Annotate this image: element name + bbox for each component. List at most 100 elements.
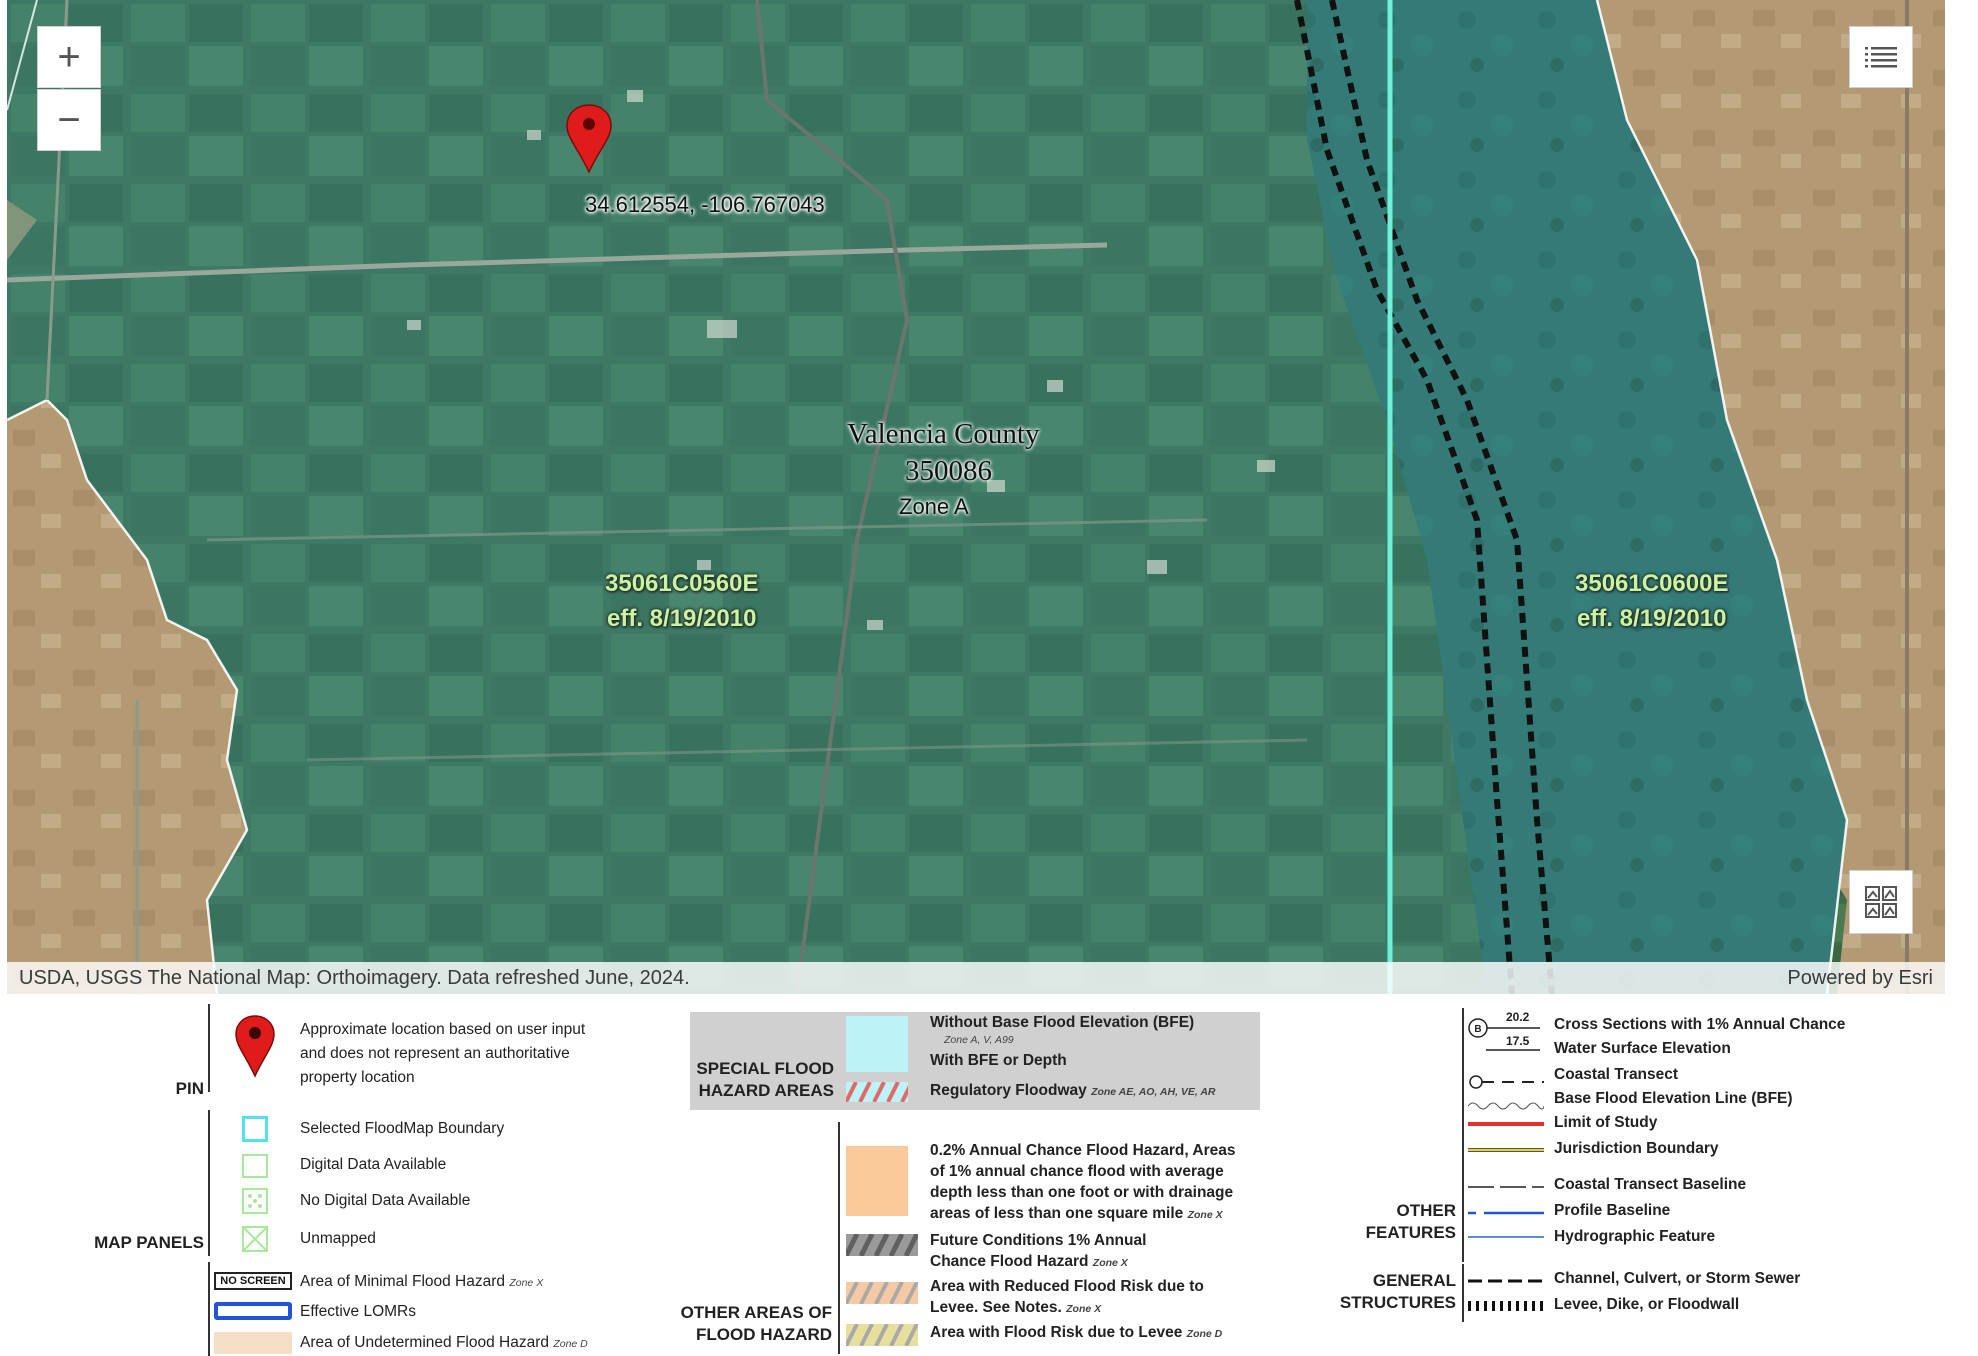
legend-item-label: Coastal Transect Baseline [1554, 1176, 1747, 1193]
community-id-label: 350086 [905, 455, 992, 487]
firm-panel-label: 35061C0560E eff. 8/19/2010 [605, 566, 758, 636]
legend-map-panels-heading: MAP PANELS [94, 1233, 204, 1252]
legend-item-label: Selected FloodMap Boundary [300, 1120, 505, 1137]
heading-line: HAZARD AREAS [698, 1081, 834, 1100]
unmapped-swatch [242, 1226, 268, 1252]
bfe-line-symbol [1468, 1102, 1544, 1110]
transect-baseline-line [1468, 1186, 1544, 1188]
legend-item-label: Effective LOMRs [300, 1303, 417, 1320]
label-line: Area with Reduced Flood Risk due to [930, 1278, 1204, 1295]
list-icon [1865, 47, 1897, 68]
label-line: Chance Flood Hazard [930, 1253, 1089, 1270]
zoom-out-button[interactable]: − [37, 89, 101, 151]
zone-tag: Zone D [553, 1338, 588, 1350]
floodway-swatch [846, 1082, 908, 1102]
zone-tag: Zone X [1092, 1257, 1128, 1269]
limit-of-study-line [1468, 1122, 1544, 1126]
flood-map-viewer: 34.612554, -106.767043 Valencia County 3… [0, 0, 1978, 1356]
legend-item-label: Base Flood Elevation Line (BFE) [1554, 1090, 1793, 1107]
pin-description-line: property location [300, 1069, 415, 1086]
no-digital-data-swatch [242, 1188, 268, 1214]
legend-item-label: With BFE or Depth [930, 1052, 1067, 1069]
undetermined-hazard-swatch [214, 1332, 292, 1354]
pin-coordinates-label: 34.612554, -106.767043 [585, 192, 825, 217]
legend-divider [208, 1004, 210, 1092]
zone-tag: Zone AE, AO, AH, VE, AR [1091, 1086, 1216, 1098]
digital-data-swatch [242, 1154, 268, 1178]
sfha-without-bfe-swatch [846, 1016, 908, 1072]
heading-line: SPECIAL FLOOD [696, 1059, 834, 1078]
legend-item-label: Unmapped [300, 1230, 376, 1247]
legend-divider [208, 1110, 210, 1256]
cross-section-value: 20.2 [1506, 1010, 1530, 1024]
label-line: Levee. See Notes. [930, 1299, 1062, 1316]
heading-line: FEATURES [1365, 1223, 1456, 1242]
zone-tag: Zone X [509, 1277, 544, 1289]
firm-panel-label: 35061C0600E eff. 8/19/2010 [1575, 566, 1728, 636]
annual-02-label: 0.2% Annual Chance Flood Hazard, Areas o… [930, 1140, 1235, 1226]
heading-line: GENERAL [1372, 1271, 1456, 1290]
zone-tag: Zone X [1187, 1209, 1223, 1221]
hydrographic-feature-line [1468, 1236, 1544, 1238]
levee-risk-swatch [846, 1324, 918, 1346]
flood-map-legend: PIN Approximate location based on user i… [0, 998, 1978, 1356]
firm-panel-id: 35061C0560E [605, 570, 759, 597]
powered-by-esri-link[interactable]: Powered by Esri [1787, 967, 1933, 990]
profile-baseline-line [1468, 1211, 1544, 1215]
levee-risk-label: Area with Flood Risk due to Levee Zone D [930, 1324, 1222, 1342]
pin-description-line: Approximate location based on user input [300, 1021, 586, 1038]
label-line: 0.2% Annual Chance Flood Hazard, Areas [930, 1142, 1236, 1159]
zoom-in-button[interactable]: + [37, 26, 101, 88]
legend-other-features-heading: OTHER FEATURES [1340, 1200, 1456, 1244]
label-line: areas of less than one square mile [930, 1205, 1184, 1222]
pin-description: Approximate location based on user input… [300, 1018, 585, 1090]
svg-text:B: B [1474, 1024, 1481, 1035]
selected-boundary-swatch [242, 1116, 268, 1142]
legend-item-label: Area of Minimal Flood Hazard [300, 1273, 506, 1290]
firm-panel-effective-date: eff. 8/19/2010 [607, 605, 757, 632]
legend-item-label: Limit of Study [1554, 1114, 1658, 1131]
legend-item-label: Hydrographic Feature [1554, 1228, 1716, 1245]
legend-item-label: Cross Sections with 1% Annual Chance [1554, 1016, 1846, 1033]
legend-item-label: Area of Undetermined Flood Hazard [300, 1334, 549, 1351]
firm-panel-id: 35061C0600E [1575, 570, 1729, 597]
legend-item-label: Digital Data Available [300, 1156, 447, 1173]
no-screen-swatch: NO SCREEN [214, 1272, 292, 1290]
zone-tag: Zone X [1066, 1303, 1102, 1315]
coastal-transect-symbol [1469, 1075, 1544, 1089]
map-view[interactable]: 34.612554, -106.767043 Valencia County 3… [7, 0, 1945, 994]
zone-tag: Zone D [1186, 1328, 1223, 1340]
map-attribution-bar: USDA, USGS The National Map: Orthoimager… [7, 962, 1945, 994]
legend-item-label: Levee, Dike, or Floodwall [1554, 1296, 1740, 1313]
legend-item-label: Regulatory Floodway [930, 1082, 1087, 1099]
firm-panel-effective-date: eff. 8/19/2010 [1577, 605, 1727, 632]
heading-line: OTHER AREAS OF [680, 1303, 832, 1322]
annual-02-swatch [846, 1146, 908, 1216]
levee-dike-line [1468, 1301, 1544, 1311]
legend-other-areas-heading: OTHER AREAS OF FLOOD HAZARD [680, 1302, 832, 1346]
legend-item-label: No Digital Data Available [300, 1192, 471, 1209]
reduced-risk-label: Area with Reduced Flood Risk due to Leve… [930, 1276, 1204, 1320]
undetermined-hazard-label: Area of Undetermined Flood Hazard Zone D [300, 1334, 588, 1352]
location-pin-icon [235, 1015, 275, 1078]
heading-line: STRUCTURES [1339, 1293, 1456, 1312]
legend-general-structures-heading: GENERAL STRUCTURES [1320, 1270, 1456, 1314]
heading-line: FLOOD HAZARD [696, 1325, 832, 1344]
label-line: depth less than one foot or with drainag… [930, 1184, 1234, 1201]
legend-item-label: Without Base Flood Elevation (BFE) [930, 1014, 1195, 1031]
legend-item-label: Channel, Culvert, or Storm Sewer [1554, 1270, 1801, 1287]
reduced-risk-swatch [846, 1282, 918, 1304]
label-line: Future Conditions 1% Annual [930, 1232, 1147, 1249]
channel-culvert-line [1468, 1279, 1544, 1283]
community-name-label: Valencia County [847, 418, 1040, 450]
legend-special-flood-heading: SPECIAL FLOOD HAZARD AREAS [690, 1058, 834, 1102]
layer-list-button[interactable] [1849, 26, 1913, 88]
future-conditions-label: Future Conditions 1% Annual Chance Flood… [930, 1230, 1146, 1274]
zone-tag: Zone A, V, A99 [944, 1034, 1014, 1046]
jurisdiction-boundary-line [1468, 1148, 1544, 1152]
flood-zone-label: Zone A [899, 494, 969, 519]
basemap-gallery-button[interactable] [1849, 870, 1913, 934]
legend-divider [838, 1122, 840, 1354]
cross-section-value: 17.5 [1506, 1034, 1530, 1048]
floodway-label: Regulatory Floodway Zone AE, AO, AH, VE,… [930, 1082, 1216, 1100]
